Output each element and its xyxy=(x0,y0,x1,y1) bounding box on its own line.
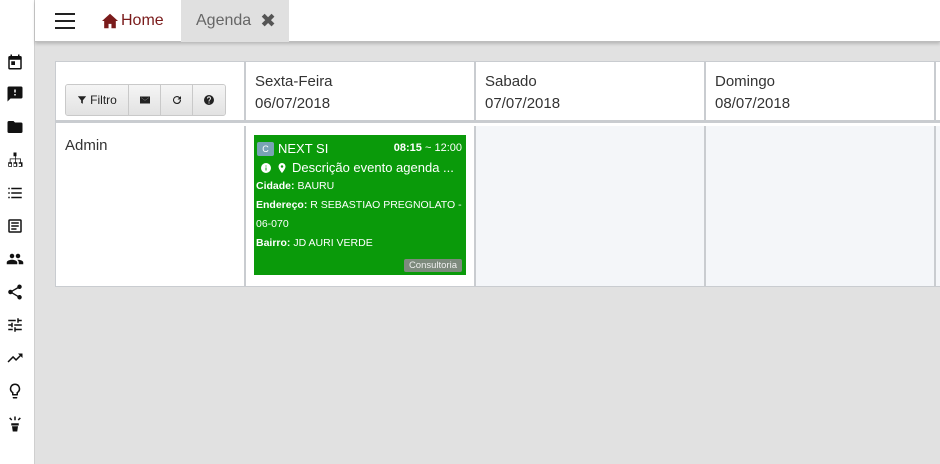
people-icon[interactable] xyxy=(5,249,25,269)
lightbulb-icon[interactable] xyxy=(5,381,25,401)
sitemap-icon[interactable] xyxy=(5,150,25,170)
filter-button-label: Filtro xyxy=(90,93,117,107)
day-date: 07/07/2018 xyxy=(485,95,561,112)
event-type-badge: C xyxy=(257,142,274,156)
header-toolbar-cell: Filtro xyxy=(56,62,246,123)
tab-agenda-label: Agenda xyxy=(196,12,252,29)
feedback-icon[interactable] xyxy=(5,84,25,104)
event-city-value: BAURU xyxy=(297,180,335,192)
toolbar-button-group: Filtro xyxy=(65,84,226,116)
event-address-label: Endereço: xyxy=(256,199,308,211)
email-button[interactable] xyxy=(129,85,161,115)
filter-icon xyxy=(77,96,87,104)
refresh-button[interactable] xyxy=(161,85,193,115)
share-icon[interactable] xyxy=(5,282,25,302)
day-header: Domingo 08/07/2018 xyxy=(706,62,936,123)
top-bar: Home Agenda ✖ xyxy=(35,0,940,42)
event-description: Descrição evento agenda ... xyxy=(260,160,454,175)
tab-home-label: Home xyxy=(121,12,164,29)
event-category-tag: Consultoria xyxy=(403,259,462,272)
row-label-cell: Admin xyxy=(56,126,246,286)
tab-home[interactable]: Home xyxy=(97,0,180,42)
event-district: Bairro: JD AURI VERDE xyxy=(256,237,373,249)
event-address-continued: 06-070 xyxy=(256,218,289,230)
event-time-separator: ~ xyxy=(424,142,432,154)
event-address: Endereço: R SEBASTIAO PREGNOLATO - xyxy=(256,199,462,211)
event-title: NEXT SI xyxy=(278,141,329,156)
event-time-end: 12:00 xyxy=(434,142,462,154)
day-name: Sabado xyxy=(485,73,537,90)
close-tab-icon[interactable]: ✖ xyxy=(260,12,276,31)
refresh-icon xyxy=(172,96,181,105)
event-address-value: R SEBASTIAO PREGNOLATO - xyxy=(310,199,462,211)
day-date: 06/07/2018 xyxy=(255,95,331,112)
agenda-slot-partial[interactable] xyxy=(936,126,940,286)
home-icon xyxy=(102,13,118,29)
row-label: Admin xyxy=(65,137,108,154)
trending-icon[interactable] xyxy=(5,348,25,368)
menu-icon[interactable] xyxy=(55,13,75,29)
event-city-label: Cidade: xyxy=(256,180,295,192)
map-marker-icon xyxy=(278,162,286,173)
event-card[interactable]: C NEXT SI 08:15 ~ 12:00 Descrição evento… xyxy=(254,135,466,275)
day-name: Sexta-Feira xyxy=(255,73,333,90)
event-district-value: JD AURI VERDE xyxy=(293,237,373,249)
filter-button[interactable]: Filtro xyxy=(66,85,129,115)
icon-sidebar xyxy=(0,0,35,464)
day-name: Domingo xyxy=(715,73,776,90)
agenda-slot[interactable] xyxy=(706,126,936,286)
envelope-icon xyxy=(139,96,150,104)
event-time: 08:15 ~ 12:00 xyxy=(394,142,462,154)
list-icon[interactable] xyxy=(5,183,25,203)
day-date: 08/07/2018 xyxy=(715,95,791,112)
help-button[interactable] xyxy=(193,85,225,115)
question-icon xyxy=(204,95,214,105)
tab-agenda[interactable]: Agenda ✖ xyxy=(181,0,289,42)
lamp-icon[interactable] xyxy=(5,414,25,434)
agenda-slot[interactable]: C NEXT SI 08:15 ~ 12:00 Descrição evento… xyxy=(246,126,476,286)
event-district-label: Bairro: xyxy=(256,237,291,249)
folder-icon[interactable] xyxy=(5,117,25,137)
event-description-text: Descrição evento agenda ... xyxy=(292,160,454,175)
calendar-icon[interactable] xyxy=(5,52,25,72)
event-time-start: 08:15 xyxy=(393,142,422,154)
report-icon[interactable] xyxy=(5,216,25,236)
day-header: Sabado 07/07/2018 xyxy=(476,62,706,123)
agenda-grid: Filtro Sexta-Feira 06/07/2018 Sabado 07/… xyxy=(55,61,940,287)
info-icon[interactable] xyxy=(260,162,272,174)
event-city: Cidade: BAURU xyxy=(256,180,334,192)
agenda-slot[interactable] xyxy=(476,126,706,286)
day-header: Sexta-Feira 06/07/2018 xyxy=(246,62,476,123)
tune-icon[interactable] xyxy=(5,315,25,335)
day-header-partial xyxy=(936,62,940,123)
